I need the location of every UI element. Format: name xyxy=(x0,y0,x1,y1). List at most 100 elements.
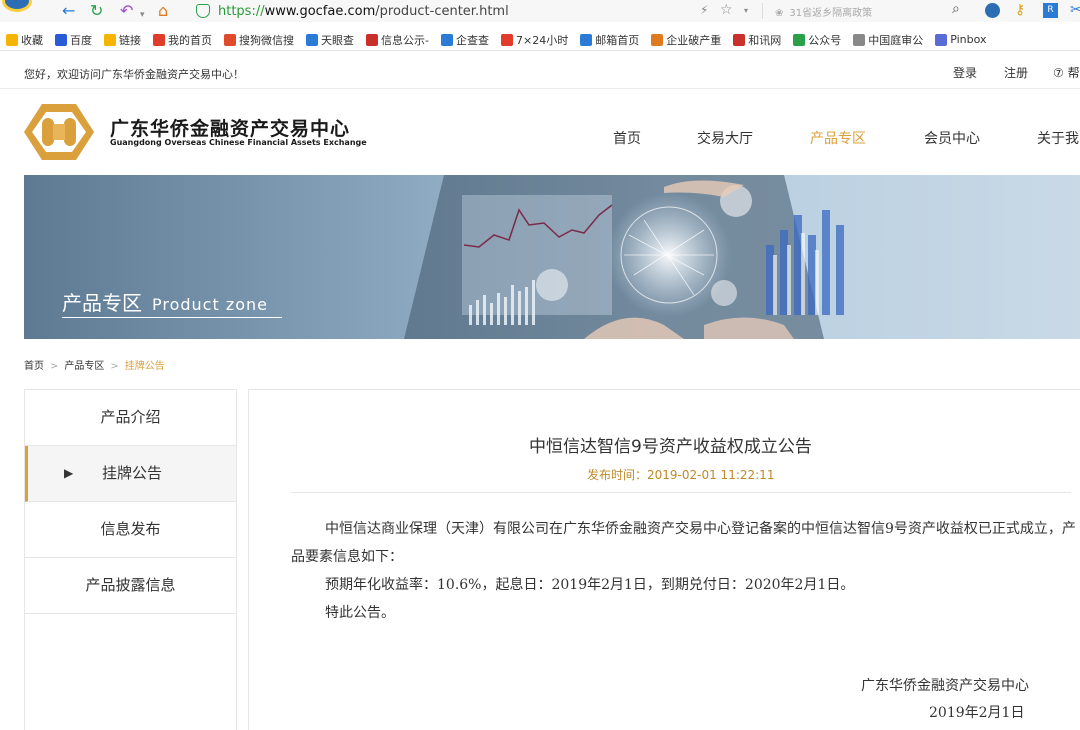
sidebar: 产品介绍 ▶ 挂牌公告 信息发布 产品披露信息 xyxy=(24,389,237,730)
article-paragraph: 中恒信达商业保理（天津）有限公司在广东华侨金融资产交易中心登记备案的中恒信达智信… xyxy=(291,521,1076,565)
breadcrumb-product-zone[interactable]: 产品专区 xyxy=(64,361,104,372)
caret-right-icon: ▶ xyxy=(64,466,74,480)
product-zone-banner: 产品专区 Product zone xyxy=(24,175,1080,339)
breadcrumb: 首页 > 产品专区 > 挂牌公告 xyxy=(24,361,165,372)
bookmark-label: 搜狗微信搜 xyxy=(239,33,294,47)
search-engine-icon: ❀ xyxy=(775,8,784,19)
bankruptcy-icon xyxy=(651,33,664,46)
bookmark-label: 邮箱首页 xyxy=(595,33,640,47)
search-icon[interactable]: ⌕ xyxy=(952,1,960,17)
article-title: 中恒信达智信9号资产收益权成立公告 xyxy=(529,437,812,457)
nav-member-center[interactable]: 会员中心 xyxy=(924,128,980,148)
hexun-icon xyxy=(733,33,746,46)
logo-mark-icon[interactable] xyxy=(22,102,96,162)
sidebar-item-product-disclosure[interactable]: 产品披露信息 xyxy=(25,558,236,614)
article-divider xyxy=(291,492,1071,493)
sidebar-item-product-intro[interactable]: 产品介绍 xyxy=(25,390,236,446)
sidebar-item-info-release[interactable]: 信息发布 xyxy=(25,502,236,558)
register-link[interactable]: 注册 xyxy=(1004,64,1028,81)
bookmark-item[interactable]: Pinbox xyxy=(935,33,987,46)
article-paragraph: 预期年化收益率：10.6%，起息日：2019年2月1日，到期兑付日：2020年2… xyxy=(325,577,855,593)
login-link[interactable]: 登录 xyxy=(953,64,977,81)
bookmark-item[interactable]: 中国庭审公 xyxy=(853,32,923,48)
article-body: 中恒信达商业保理（天津）有限公司在广东华侨金融资产交易中心登记备案的中恒信达智信… xyxy=(291,515,1080,627)
bookmark-item[interactable]: 公众号 xyxy=(793,32,841,48)
bookmark-item[interactable]: 和讯网 xyxy=(733,32,781,48)
gsxt-icon xyxy=(366,33,378,46)
bookmark-label: 公众号 xyxy=(808,33,842,47)
browser-logo-icon xyxy=(2,0,32,12)
article-signature: 广东华侨金融资产交易中心 xyxy=(861,678,1029,694)
undo-icon[interactable]: ↶ xyxy=(120,2,133,20)
browser-toolbar: ← ↻ ↶ ▾ ⌂ https://www.gocfae.com/product… xyxy=(0,0,1080,22)
url-text[interactable]: https://www.gocfae.com/product-center.ht… xyxy=(218,4,509,19)
weibo-icon xyxy=(153,33,165,46)
nav-about[interactable]: 关于我 xyxy=(1037,128,1079,148)
bookmark-item[interactable]: 信息公示- xyxy=(366,32,429,48)
bookmark-label: 链接 xyxy=(119,33,141,47)
secure-shield-icon xyxy=(196,4,210,18)
bookmark-label: 企业破产重 xyxy=(666,33,722,47)
page-icon xyxy=(853,33,866,46)
bookmark-label: 信息公示- xyxy=(381,33,429,47)
pinbox-icon xyxy=(935,33,948,46)
sogou-icon xyxy=(224,33,236,46)
bookmark-label: 我的首页 xyxy=(168,33,212,47)
bookmark-label: 中国庭审公 xyxy=(868,33,924,47)
bookmark-label: 天眼查 xyxy=(321,33,354,47)
extension-r-icon[interactable]: R xyxy=(1043,3,1058,18)
qichacha-icon xyxy=(440,33,453,46)
bookmark-item[interactable]: 邮箱首页 xyxy=(580,32,639,48)
chevron-down-icon[interactable]: ▾ xyxy=(744,6,748,15)
welcome-text: 您好，欢迎访问广东华侨金融资产交易中心！ xyxy=(24,68,244,81)
chevron-down-icon[interactable]: ▾ xyxy=(140,6,145,24)
baidu-icon xyxy=(55,33,67,46)
bookmark-label: 百度 xyxy=(70,33,92,47)
article-paragraph: 特此公告。 xyxy=(325,605,395,621)
bookmark-item[interactable]: 企业破产重 xyxy=(651,32,721,48)
key-icon[interactable]: ⚷ xyxy=(1015,2,1025,18)
bookmark-label: 7×24小时 xyxy=(515,33,569,47)
bookmark-item[interactable]: 链接 xyxy=(104,32,141,48)
back-icon[interactable]: ← xyxy=(62,2,75,20)
breadcrumb-current: 挂牌公告 xyxy=(124,361,165,372)
speed-mode-icon[interactable]: ⚡ xyxy=(700,3,708,17)
article-panel: 中恒信达智信9号资产收益权成立公告 发布时间：2019-02-01 11:22:… xyxy=(248,389,1080,730)
star-icon xyxy=(6,33,18,46)
search-hint[interactable]: ❀ 31省返乡隔离政策 xyxy=(775,4,872,19)
help-link[interactable]: ⑦ 帮 xyxy=(1053,64,1080,81)
site-logo-title[interactable]: 广东华侨金融资产交易中心 xyxy=(110,114,350,141)
bookmark-item[interactable]: 我的首页 xyxy=(153,32,212,48)
folder-icon xyxy=(104,33,116,46)
nav-product-zone[interactable]: 产品专区 xyxy=(810,128,866,148)
extension-browser-icon[interactable] xyxy=(985,3,1000,18)
nav-home[interactable]: 首页 xyxy=(613,128,641,148)
wechat-icon xyxy=(793,33,806,46)
tianyancha-icon xyxy=(306,33,318,46)
bookmark-item[interactable]: 企查查 xyxy=(440,32,489,48)
address-bar[interactable]: https://www.gocfae.com/product-center.ht… xyxy=(188,1,688,21)
banner-underline xyxy=(62,317,282,318)
home-icon[interactable]: ⌂ xyxy=(158,2,168,20)
top-strip: 您好，欢迎访问广东华侨金融资产交易中心！ 登录 注册 ⑦ 帮 xyxy=(0,52,1080,89)
nav-trading-hall[interactable]: 交易大厅 xyxy=(697,128,753,148)
article-date: 发布时间：2019-02-01 11:22:11 xyxy=(587,468,775,482)
bookmark-item[interactable]: 搜狗微信搜 xyxy=(224,32,294,48)
bookmark-item[interactable]: 7×24小时 xyxy=(500,32,569,48)
breadcrumb-home[interactable]: 首页 xyxy=(24,361,44,372)
site-header: 广东华侨金融资产交易中心 Guangdong Overseas Chinese … xyxy=(0,90,1080,175)
favorite-star-icon[interactable]: ☆ xyxy=(720,2,733,18)
refresh-icon[interactable]: ↻ xyxy=(90,2,103,20)
banner-title: 产品专区 Product zone xyxy=(62,291,269,315)
bookmark-label: Pinbox xyxy=(950,33,987,46)
site-logo-subtitle: Guangdong Overseas Chinese Financial Ass… xyxy=(110,138,367,147)
bookmark-item[interactable]: 收藏 xyxy=(6,32,43,48)
bookmark-label: 和讯网 xyxy=(748,33,782,47)
weibo-icon xyxy=(500,33,513,46)
bookmark-item[interactable]: 天眼查 xyxy=(306,32,354,48)
sidebar-item-listing-announcement[interactable]: ▶ 挂牌公告 xyxy=(25,446,236,502)
bookmark-item[interactable]: 百度 xyxy=(55,32,92,48)
bookmarks-bar: 收藏 百度 链接 我的首页 搜狗微信搜 天眼查 信息公示- 企查查 7×24小时 邮箱首页 企业破产… xyxy=(0,29,1080,51)
extension-icon[interactable]: ✂ xyxy=(1070,2,1080,18)
bookmark-label: 收藏 xyxy=(21,33,43,47)
